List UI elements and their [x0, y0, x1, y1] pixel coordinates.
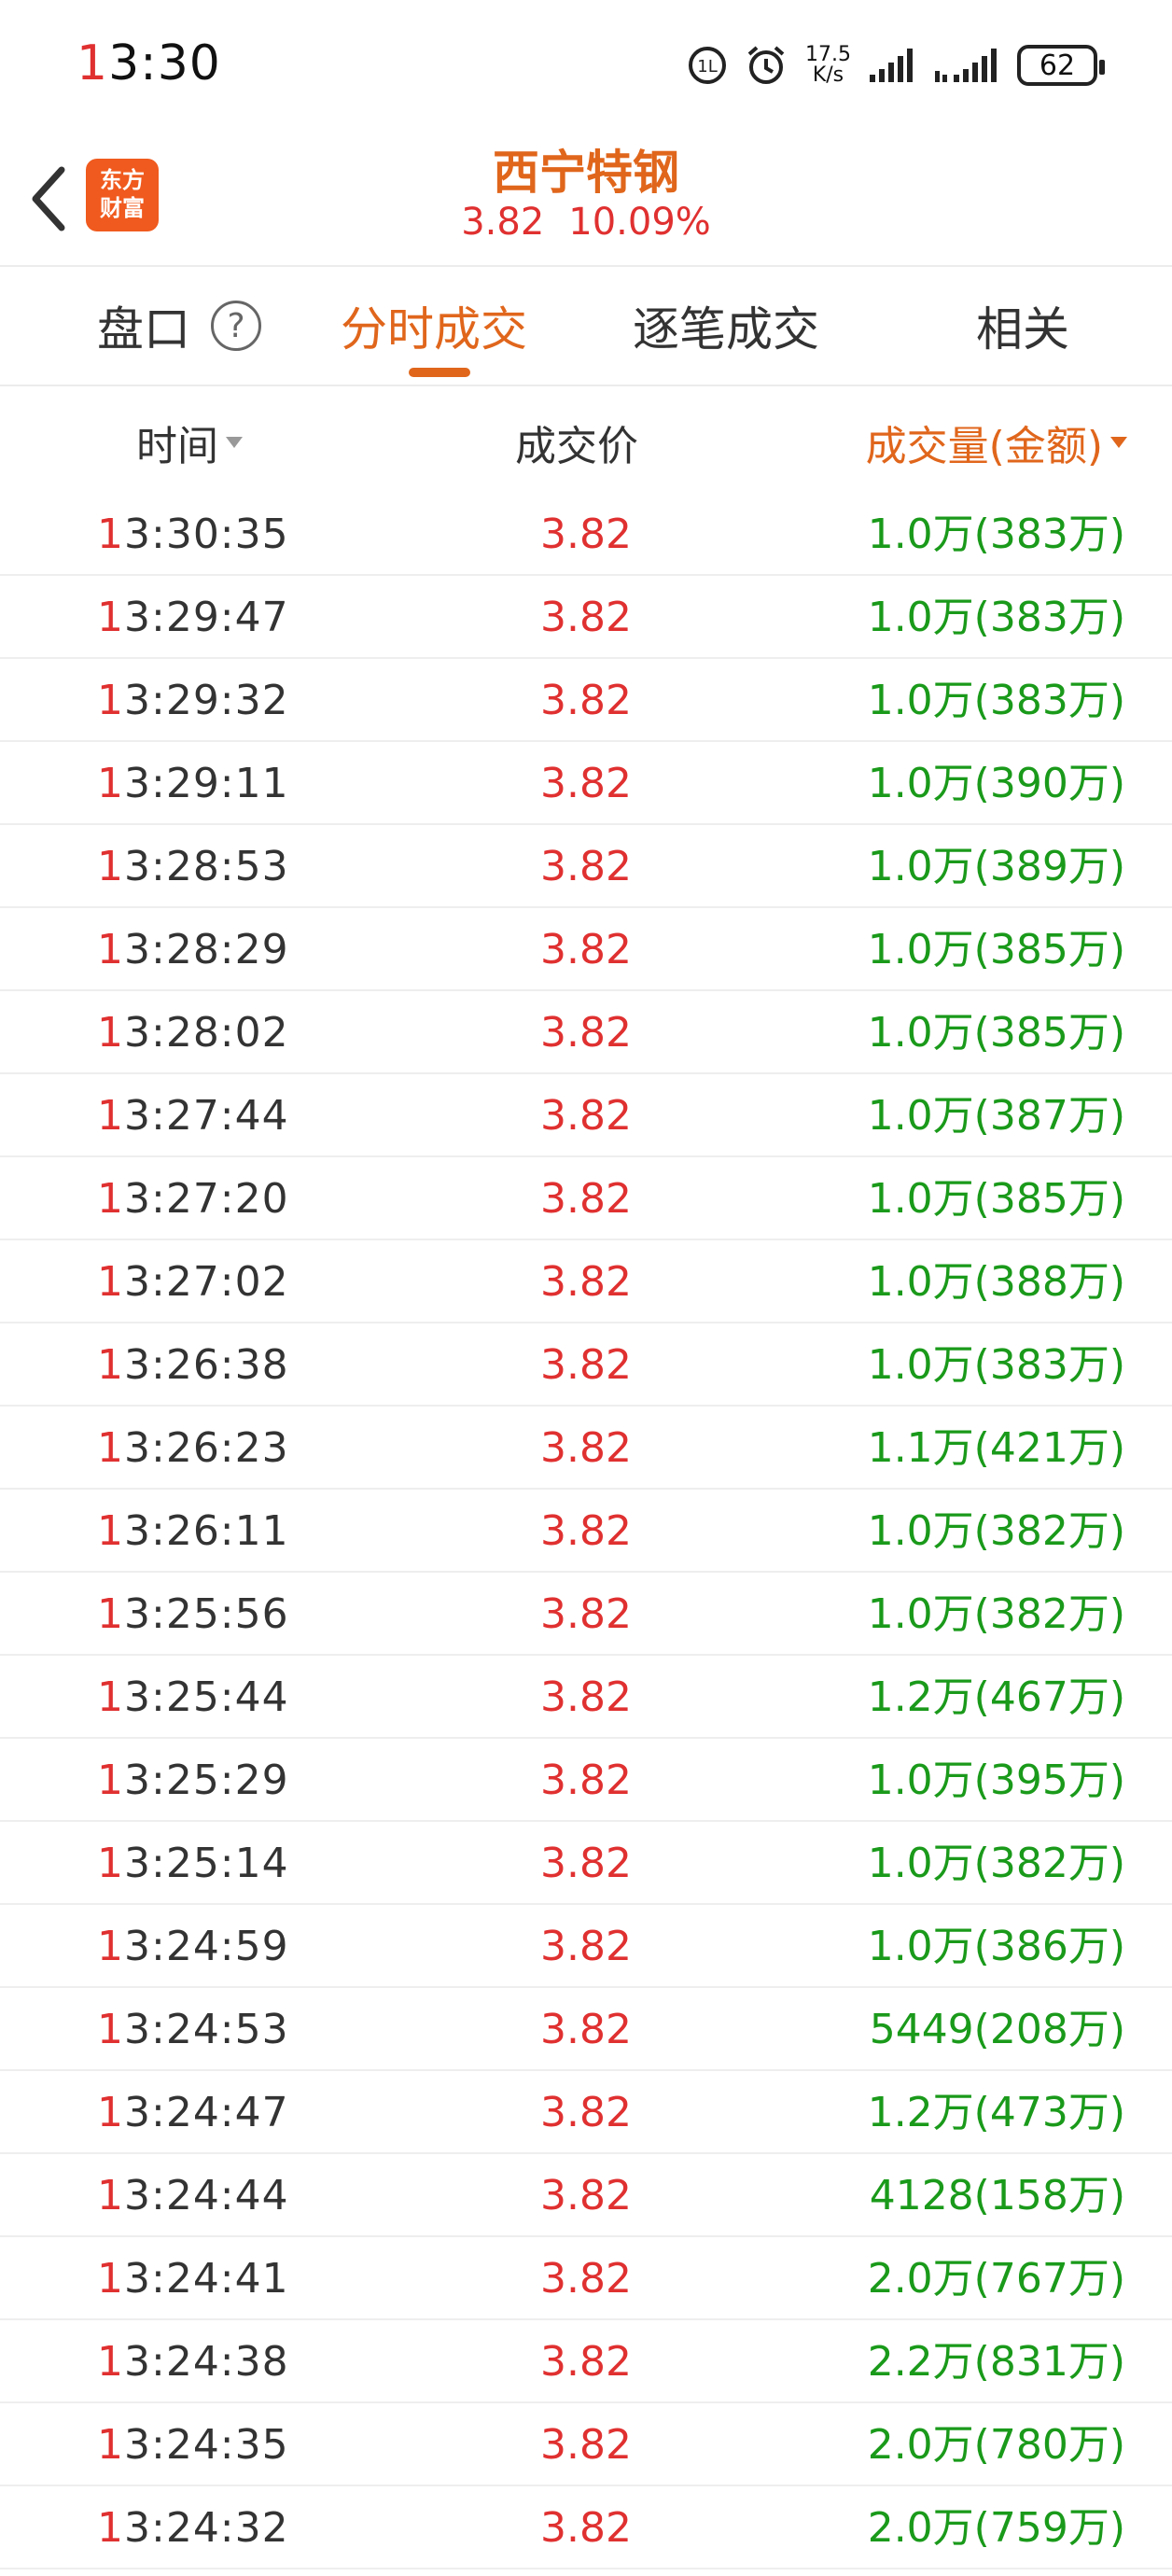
hd-call-icon: 1L: [688, 46, 727, 85]
table-row[interactable]: 13:28:02 3.82 1.0万(385万): [0, 991, 1172, 1074]
column-headers: 时间 成交价 成交量(金额): [0, 386, 1172, 498]
table-row[interactable]: 13:25:14 3.82 1.0万(382万): [0, 1822, 1172, 1905]
trade-volume: 1.0万(385万): [867, 1009, 1125, 1057]
table-row[interactable]: 13:24:47 3.82 1.2万(473万): [0, 2071, 1172, 2154]
trade-volume: 1.0万(388万): [867, 1258, 1125, 1306]
trade-volume: 5449(208万): [869, 2006, 1125, 2053]
trade-volume: 1.0万(382万): [867, 1507, 1125, 1555]
column-header-price: 成交价: [515, 386, 638, 498]
tab-tick-trades-label: 逐笔成交: [633, 302, 819, 357]
table-row[interactable]: 13:27:44 3.82 1.0万(387万): [0, 1074, 1172, 1157]
help-icon[interactable]: ?: [211, 301, 261, 351]
column-header-price-label: 成交价: [515, 423, 638, 470]
trade-volume: 1.2万(467万): [867, 1673, 1125, 1721]
table-row[interactable]: 13:24:32 3.82 2.0万(759万): [0, 2486, 1172, 2569]
table-row[interactable]: 13:24:35 3.82 2.0万(780万): [0, 2403, 1172, 2486]
table-row[interactable]: 13:24:59 3.82 1.0万(386万): [0, 1905, 1172, 1988]
table-row[interactable]: 13:30:35 3.82 1.0万(383万): [0, 493, 1172, 576]
table-row[interactable]: 13:26:38 3.82 1.0万(383万): [0, 1323, 1172, 1407]
stock-name: 西宁特钢: [493, 146, 679, 200]
trade-list[interactable]: 13:30:35 3.82 1.0万(383万) 13:29:47 3.82 1.0万(3…: [0, 493, 1172, 2569]
column-header-amount-label: 成交量(金额): [865, 423, 1103, 470]
table-row[interactable]: 13:26:11 3.82 1.0万(382万): [0, 1490, 1172, 1573]
trade-volume: 1.0万(382万): [867, 1590, 1125, 1638]
table-row[interactable]: 13:24:44 3.82 4128(158万): [0, 2154, 1172, 2237]
network-speed-unit: K/s: [812, 63, 844, 87]
stock-header: 东方 财富 西宁特钢 3.82 10.09%: [0, 135, 1172, 266]
svg-text:1L: 1L: [697, 57, 717, 77]
table-row[interactable]: 13:26:23 3.82 1.1万(421万): [0, 1407, 1172, 1490]
sort-caret-icon: [226, 437, 243, 448]
trade-volume: 1.0万(385万): [867, 1175, 1125, 1223]
signal-strength-secondary-icon: [933, 47, 1000, 84]
column-header-time[interactable]: 时间: [136, 386, 243, 498]
table-row[interactable]: 13:28:29 3.82 1.0万(385万): [0, 908, 1172, 991]
trade-volume: 1.0万(382万): [867, 1840, 1125, 1887]
trade-volume: 2.0万(767万): [867, 2255, 1125, 2303]
tab-tick-trades[interactable]: 逐笔成交: [633, 267, 819, 385]
column-header-time-label: 时间: [136, 423, 218, 470]
table-row[interactable]: 13:25:29 3.82 1.0万(395万): [0, 1739, 1172, 1822]
trade-volume: 1.0万(390万): [867, 760, 1125, 807]
table-row[interactable]: 13:27:20 3.82 1.0万(385万): [0, 1157, 1172, 1240]
table-row[interactable]: 13:24:38 3.82 2.2万(831万): [0, 2320, 1172, 2403]
status-clock-rest: 3:30: [108, 35, 221, 91]
trade-volume: 2.2万(831万): [867, 2338, 1125, 2386]
trade-volume: 1.0万(389万): [867, 843, 1125, 890]
status-icons: 1L 17.5 K/s 62: [688, 37, 1105, 93]
trade-volume: 1.0万(386万): [867, 1923, 1125, 1970]
trade-volume: 1.1万(421万): [867, 1424, 1125, 1472]
table-row[interactable]: 13:29:47 3.82 1.0万(383万): [0, 576, 1172, 659]
tab-time-trades-label: 分时成交: [341, 302, 527, 357]
signal-strength-icon: [868, 47, 916, 84]
network-speed: 17.5 K/s: [805, 45, 851, 86]
tab-order-book[interactable]: 盘口 ?: [97, 267, 261, 385]
battery-level: 62: [1039, 49, 1076, 82]
alarm-clock-icon: [744, 43, 788, 88]
trade-volume: 1.0万(383万): [867, 594, 1125, 641]
table-row[interactable]: 13:28:53 3.82 1.0万(389万): [0, 825, 1172, 908]
trade-volume: 1.2万(473万): [867, 2089, 1125, 2136]
column-header-amount[interactable]: 成交量(金额): [866, 386, 1127, 498]
status-clock: 13:30: [77, 35, 221, 91]
table-row[interactable]: 13:24:53 3.82 5449(208万): [0, 1988, 1172, 2071]
stock-price: 3.82: [461, 201, 545, 244]
tab-bar: 盘口 ? 分时成交 逐笔成交 相关: [0, 267, 1172, 385]
active-tab-indicator: [409, 368, 470, 377]
trade-volume: 4128(158万): [869, 2172, 1125, 2219]
table-row[interactable]: 13:29:11 3.82 1.0万(390万): [0, 742, 1172, 825]
trade-volume: 2.0万(780万): [867, 2421, 1125, 2469]
trade-volume: 1.0万(385万): [867, 926, 1125, 973]
table-row[interactable]: 13:25:56 3.82 1.0万(382万): [0, 1573, 1172, 1656]
trade-volume: 1.0万(383万): [867, 511, 1125, 558]
tab-related[interactable]: 相关: [976, 267, 1069, 385]
stock-quote: 3.82 10.09%: [0, 201, 1172, 244]
tab-order-book-label: 盘口: [97, 302, 190, 357]
trade-volume: 1.0万(383万): [867, 1341, 1125, 1389]
trade-volume: 1.0万(383万): [867, 677, 1125, 724]
sort-caret-active-icon: [1110, 437, 1127, 448]
table-row[interactable]: 13:24:41 3.82 2.0万(767万): [0, 2237, 1172, 2320]
tab-related-label: 相关: [976, 302, 1069, 357]
stock-change-percent: 10.09%: [568, 201, 711, 244]
table-row[interactable]: 13:27:02 3.82 1.0万(388万): [0, 1240, 1172, 1323]
battery-icon: 62: [1017, 45, 1105, 86]
table-row[interactable]: 13:25:44 3.82 1.2万(467万): [0, 1656, 1172, 1739]
trade-volume: 1.0万(395万): [867, 1757, 1125, 1804]
trade-volume: 1.0万(387万): [867, 1092, 1125, 1140]
trade-volume: 2.0万(759万): [867, 2504, 1125, 2552]
status-bar: 13:30 1L 17.5 K/s 62: [0, 0, 1172, 135]
table-row[interactable]: 13:29:32 3.82 1.0万(383万): [0, 659, 1172, 742]
status-clock-hour-digit: 1: [77, 35, 109, 91]
